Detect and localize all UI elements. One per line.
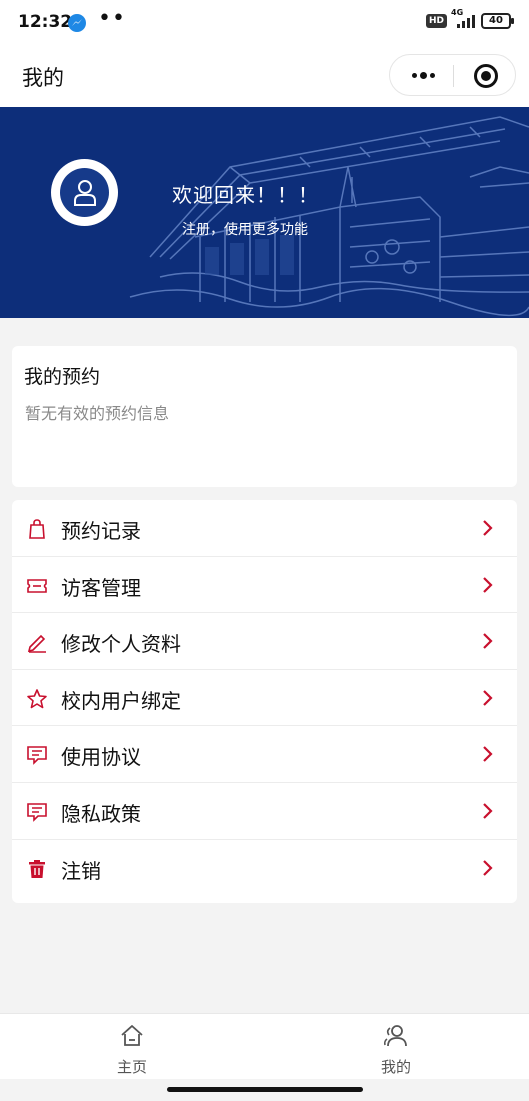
register-hint-link[interactable]: 注册，使用更多功能 bbox=[182, 219, 308, 239]
menu-item-label: 预约记录 bbox=[61, 519, 141, 543]
mini-program-capsule bbox=[389, 54, 516, 96]
signal-icon: 4G bbox=[451, 8, 475, 28]
target-circle-icon[interactable] bbox=[474, 64, 498, 88]
network-type: 4G bbox=[451, 8, 464, 17]
menu-item-privacy-policy[interactable]: 隐私政策 bbox=[12, 783, 517, 840]
settings-menu: 预约记录 访客管理 修改个人资料 校内用户绑定 使用协议 隐私政策 注销 bbox=[12, 500, 517, 903]
status-bar: 12:32 •• HD 4G 40 bbox=[0, 0, 529, 46]
nav-bar: 我的 bbox=[0, 46, 529, 107]
chevron-right-icon bbox=[483, 803, 493, 819]
home-indicator[interactable] bbox=[167, 1087, 363, 1092]
messenger-icon bbox=[68, 14, 86, 32]
menu-item-campus-binding[interactable]: 校内用户绑定 bbox=[12, 670, 517, 727]
trash-icon bbox=[29, 859, 45, 878]
menu-item-label: 注销 bbox=[61, 858, 101, 883]
tab-bar: 主页 我的 bbox=[0, 1013, 529, 1079]
reservation-title: 我的预约 bbox=[24, 366, 101, 388]
menu-item-booking-records[interactable]: 预约记录 bbox=[12, 500, 517, 557]
menu-item-label: 隐私政策 bbox=[61, 802, 141, 826]
menu-item-edit-profile[interactable]: 修改个人资料 bbox=[12, 613, 517, 670]
reservation-empty-text: 暂无有效的预约信息 bbox=[25, 404, 170, 423]
page-title: 我的 bbox=[22, 66, 64, 90]
welcome-text: 欢迎回来！！！ bbox=[172, 183, 319, 207]
more-notifications-icon: •• bbox=[98, 6, 126, 31]
menu-item-user-agreement[interactable]: 使用协议 bbox=[12, 726, 517, 783]
menu-item-visitor-management[interactable]: 访客管理 bbox=[12, 557, 517, 614]
ticket-icon bbox=[27, 578, 47, 593]
shopping-bag-icon bbox=[29, 519, 45, 539]
chevron-right-icon bbox=[483, 746, 493, 763]
user-avatar-icon bbox=[74, 180, 96, 206]
menu-item-label: 访客管理 bbox=[61, 575, 141, 600]
profile-banner: 欢迎回来！！！ 注册，使用更多功能 bbox=[0, 107, 529, 318]
menu-item-label: 校内用户绑定 bbox=[61, 688, 181, 713]
chat-bubble-icon bbox=[27, 803, 47, 822]
more-dots-icon[interactable] bbox=[408, 63, 438, 87]
battery-icon: 40 bbox=[481, 13, 514, 29]
menu-item-label: 修改个人资料 bbox=[61, 632, 181, 657]
tab-mine[interactable]: 我的 bbox=[264, 1014, 528, 1080]
chat-bubble-icon bbox=[27, 746, 47, 766]
tab-home[interactable]: 主页 bbox=[0, 1014, 264, 1080]
reservation-card: 我的预约 暂无有效的预约信息 bbox=[12, 346, 517, 487]
tab-label: 主页 bbox=[116, 1058, 147, 1076]
menu-item-logout[interactable]: 注销 bbox=[12, 840, 517, 897]
user-group-icon bbox=[383, 1025, 407, 1047]
star-icon bbox=[27, 688, 47, 709]
chevron-right-icon bbox=[483, 576, 493, 593]
chevron-right-icon bbox=[483, 633, 493, 649]
home-icon bbox=[121, 1025, 143, 1046]
pencil-icon bbox=[27, 635, 46, 653]
chevron-right-icon bbox=[483, 859, 493, 876]
system-gesture-area bbox=[0, 1079, 529, 1101]
tab-label: 我的 bbox=[380, 1058, 411, 1076]
chevron-right-icon bbox=[483, 690, 493, 706]
menu-item-label: 使用协议 bbox=[61, 745, 141, 770]
status-time: 12:32 bbox=[18, 12, 73, 32]
chevron-right-icon bbox=[483, 520, 493, 536]
capsule-divider bbox=[453, 65, 454, 87]
hd-badge: HD bbox=[425, 14, 447, 28]
avatar[interactable] bbox=[51, 159, 118, 226]
